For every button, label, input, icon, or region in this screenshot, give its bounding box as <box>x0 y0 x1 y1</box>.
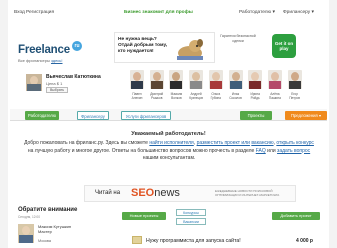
site-logo[interactable]: Freelance <box>18 44 70 56</box>
freelancer-photo[interactable] <box>248 70 263 89</box>
freelancer-name[interactable]: Павел Алехин <box>128 92 146 100</box>
google-play-line-2: play <box>279 46 289 51</box>
dog-image <box>177 39 203 60</box>
new-projects-button[interactable]: Новые проекты <box>122 212 166 220</box>
login-link[interactable]: Вход <box>14 10 25 15</box>
page: Вход Регистрация Бизнес знакомит для про… <box>8 0 329 248</box>
freelancer-name[interactable]: Андрей Кузнецов <box>187 92 205 100</box>
vacancy-link[interactable]: вакансию <box>251 140 273 146</box>
user-select-button[interactable]: Выбрать <box>46 87 68 93</box>
tab-projects[interactable]: Проекты <box>240 111 272 120</box>
freelancer-name[interactable]: Ирина Ройдь <box>246 92 264 100</box>
site-slogan: Бизнес знакомит для профы <box>124 10 193 15</box>
logo-subtitle: Все фрилансеры здесь! <box>18 58 62 63</box>
open-contest-link[interactable]: открыть конкурс <box>276 140 314 146</box>
employer-menu[interactable]: Работодателю ▾ <box>239 10 275 15</box>
freelancer-name[interactable]: Ольга Губина <box>207 92 225 100</box>
ask-question-link[interactable]: задать вопрос <box>277 148 310 154</box>
freelancer-menu[interactable]: Фрилансеру ▾ <box>283 10 314 15</box>
freelancer-name[interactable]: Максим Волков <box>167 92 185 100</box>
notice-text-3: можно прочесть в разделе <box>192 147 255 154</box>
freelancer-name[interactable]: Дмитрий Рыжков <box>148 92 166 100</box>
user-name[interactable]: Вьячеслав Катюткина <box>46 74 101 80</box>
notice-sep-1: , <box>193 140 196 146</box>
tab-services[interactable]: Услуги фрилансеров <box>121 111 171 120</box>
google-play-button[interactable]: Get it on play <box>272 34 296 58</box>
find-executor-link[interactable]: найти исполнителя <box>149 140 193 146</box>
freelancer-photo[interactable] <box>149 70 164 89</box>
top-nav: Вход Регистрация Бизнес знакомит для про… <box>8 0 329 24</box>
seonews-logo: SEOnews <box>131 187 180 199</box>
post-project-link[interactable]: разместить проект или <box>197 140 250 146</box>
mir-safe-deal[interactable]: Гарантия безопасной сделки <box>218 34 258 44</box>
filter-vacancies[interactable]: Вакансии <box>176 218 206 225</box>
freelancer-photo[interactable] <box>287 70 302 89</box>
banner-line-3: кто нуждается! <box>118 49 154 54</box>
banner-line-1: Не нужна вещь? <box>118 37 157 42</box>
banner-line-2: Отдай добрым тому, <box>118 43 168 48</box>
freelancer-photo[interactable] <box>130 70 144 89</box>
register-link[interactable]: Регистрация <box>26 10 54 15</box>
notice-text-2: на лучшую работу и многое другое. Ответы… <box>27 147 192 154</box>
tab-offers[interactable]: Предложения ▾ <box>285 111 327 120</box>
freelancer-name[interactable]: Алёна Пашина <box>266 92 284 100</box>
freelancer-photo[interactable] <box>228 70 243 89</box>
seonews-tagline: ЕЖЕДНЕВНЫЕ НОВОСТИ ПОИСКОВОЙ ОПТИМИЗАЦИИ… <box>215 189 280 197</box>
seonews-logo-news: news <box>154 187 180 199</box>
seonews-read-label: Читай на <box>95 190 121 196</box>
logo-subtitle-link[interactable]: здесь! <box>51 58 63 63</box>
tab-employers[interactable]: Работодателю <box>25 111 59 120</box>
seonews-banner[interactable]: Читай на SEOnews ЕЖЕДНЕВНЫЕ НОВОСТИ ПОИС… <box>84 185 296 202</box>
filter-contests[interactable]: Конкурсы <box>176 209 206 216</box>
attention-title: Обратите внимание <box>18 207 78 213</box>
featured-name[interactable]: Максим Кутушкин Мастер <box>38 224 71 234</box>
freelancer-name[interactable]: Илья Соколов <box>227 92 245 100</box>
notice-text-1: Добро пожаловать на фриланс.ру. Здесь вы… <box>24 140 148 146</box>
notice-text: Добро пожаловать на фриланс.ру. Здесь вы… <box>24 140 314 163</box>
project-price: 4 000 р <box>296 238 313 244</box>
freelancer-photo[interactable] <box>267 70 282 89</box>
user-price: Цена $ 1 <box>46 81 63 86</box>
tab-freelancers[interactable]: Фрилансеру <box>77 111 109 120</box>
notice-text-4: или <box>267 147 276 154</box>
logo-badge: ru <box>72 41 82 51</box>
notice-title: Уважаемый работодатель! <box>131 131 206 137</box>
add-project-button[interactable]: Добавить проект <box>272 212 320 220</box>
freelancer-photo[interactable] <box>208 70 223 89</box>
logo-subtitle-text: Все фрилансеры <box>18 58 50 63</box>
featured-avatar[interactable] <box>18 224 34 243</box>
faq-link[interactable]: FAQ <box>256 148 266 154</box>
notice-text-5: нашим консультантам. <box>142 155 196 161</box>
featured-role: Мастер <box>38 229 52 234</box>
user-avatar[interactable] <box>26 74 42 91</box>
project-icon <box>132 236 142 244</box>
freelancer-photo[interactable] <box>169 70 184 89</box>
ad-banner[interactable]: Не нужна вещь? Отдай добрым тому, кто ну… <box>114 32 215 63</box>
freelancer-name[interactable]: Егор Петров <box>286 92 304 100</box>
featured-location: Москва <box>38 239 51 243</box>
seonews-logo-seo: SEO <box>131 187 155 199</box>
notice-sep-2: , <box>273 140 275 146</box>
freelancer-photo[interactable] <box>189 70 204 89</box>
attention-date: Сегодня, 12:00 <box>18 215 40 219</box>
project-title[interactable]: Нужу программиста для запуска сайта! <box>146 238 241 244</box>
